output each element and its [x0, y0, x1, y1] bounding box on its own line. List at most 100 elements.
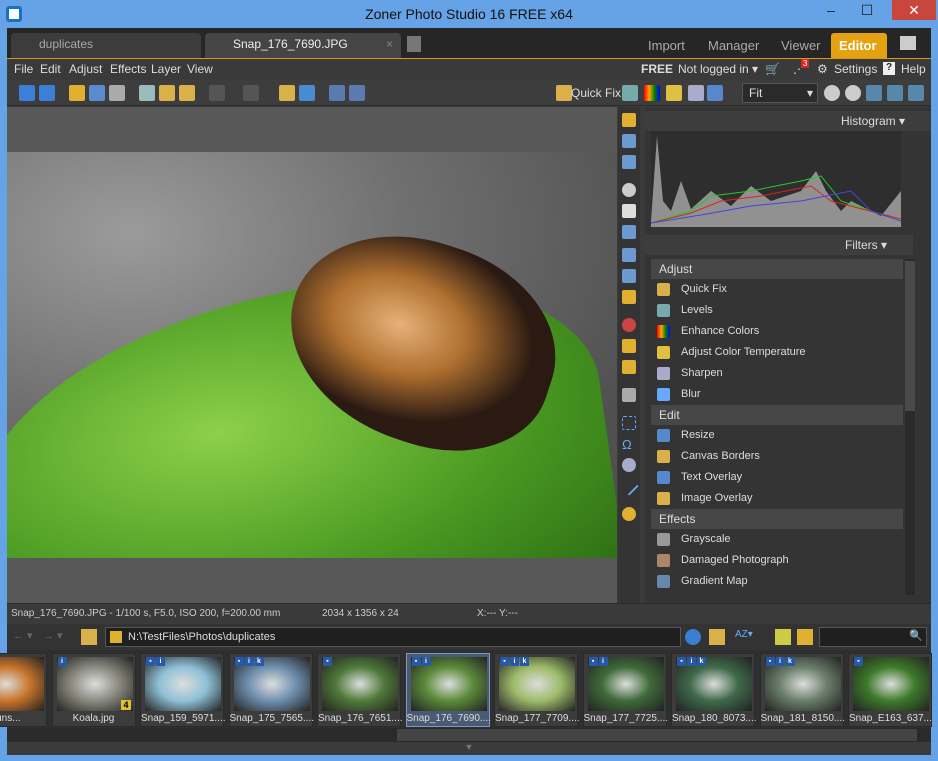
- retouch-icon[interactable]: [622, 360, 636, 374]
- settings-link[interactable]: Settings: [834, 62, 877, 76]
- filter-item[interactable]: Blur: [651, 384, 903, 405]
- line-icon[interactable]: [619, 476, 639, 496]
- print-icon[interactable]: [109, 85, 125, 101]
- cart-icon[interactable]: 🛒: [765, 62, 780, 76]
- resize-icon[interactable]: [707, 85, 723, 101]
- paste-icon[interactable]: [159, 85, 175, 101]
- help-icon[interactable]: ?: [883, 62, 895, 75]
- temperature-icon[interactable]: [666, 85, 682, 101]
- clone-stamp-icon[interactable]: [622, 339, 636, 353]
- back-icon[interactable]: ← ▾: [13, 629, 33, 642]
- mode-manager[interactable]: Manager: [700, 33, 767, 58]
- zoom-out-icon[interactable]: [845, 85, 861, 101]
- straighten-tool-icon[interactable]: [622, 248, 636, 262]
- close-button[interactable]: ✕: [892, 0, 936, 20]
- sort-icon[interactable]: AZ▾: [735, 629, 753, 645]
- menu-effects[interactable]: Effects: [110, 62, 146, 76]
- rotate-left-icon[interactable]: [279, 85, 295, 101]
- quick-fix-icon[interactable]: [556, 85, 572, 101]
- zoom-in-icon[interactable]: [824, 85, 840, 101]
- brush-icon[interactable]: [622, 388, 636, 402]
- filter-item[interactable]: Grayscale: [651, 529, 903, 550]
- filter-item[interactable]: Enhance Colors: [651, 321, 903, 342]
- new-folder-icon[interactable]: [797, 629, 813, 645]
- forward-icon[interactable]: [39, 85, 55, 101]
- menu-view[interactable]: View: [187, 62, 213, 76]
- thumbnail[interactable]: ▪ i k Snap_175_7565....: [228, 653, 314, 727]
- help-link[interactable]: Help: [901, 62, 926, 76]
- menu-file[interactable]: File: [14, 62, 33, 76]
- sharpen-icon[interactable]: [688, 85, 704, 101]
- folder-up-icon[interactable]: [81, 629, 97, 645]
- rotate-right-icon[interactable]: [299, 85, 315, 101]
- zoom-tool-icon[interactable]: [622, 183, 636, 197]
- color-picker-icon[interactable]: [622, 507, 636, 521]
- filter-item[interactable]: Damaged Photograph: [651, 550, 903, 571]
- login-dropdown[interactable]: Not logged in ▾: [678, 62, 758, 76]
- actual-size-icon[interactable]: [866, 85, 882, 101]
- raw-jpg-icon[interactable]: [775, 629, 791, 645]
- lasso-icon[interactable]: Ω: [622, 437, 636, 452]
- back-icon[interactable]: [19, 85, 35, 101]
- scroll-thumb[interactable]: [397, 729, 917, 741]
- search-input[interactable]: 🔍: [819, 627, 927, 647]
- filter-section-header[interactable]: Edit: [651, 405, 903, 425]
- save-tool-icon[interactable]: [622, 155, 636, 169]
- maximize-button[interactable]: ☐: [852, 0, 882, 20]
- quick-fix-button[interactable]: Quick Fix: [571, 86, 621, 100]
- refresh-icon[interactable]: [685, 629, 701, 645]
- single-view-icon[interactable]: [329, 85, 345, 101]
- levels-icon[interactable]: [622, 85, 638, 101]
- display-icon[interactable]: [900, 36, 916, 50]
- filter-item[interactable]: Quick Fix: [651, 279, 903, 300]
- filter-item[interactable]: Canvas Borders: [651, 446, 903, 467]
- thumbnail[interactable]: Suns...: [0, 653, 47, 727]
- thumbnail[interactable]: ▪ Snap_E163_637...: [848, 653, 932, 727]
- paste-special-icon[interactable]: [179, 85, 195, 101]
- undo-icon[interactable]: [209, 85, 225, 101]
- thumbnail[interactable]: ▪ i Snap_159_5971....: [140, 653, 226, 727]
- layer-tool-icon[interactable]: [622, 290, 636, 304]
- rainbow-icon[interactable]: [644, 85, 660, 101]
- filter-item[interactable]: Sharpen: [651, 363, 903, 384]
- histogram-header[interactable]: Histogram ▾: [645, 111, 931, 131]
- favorite-folder-icon[interactable]: [709, 629, 725, 645]
- filter-item[interactable]: Text Overlay: [651, 467, 903, 488]
- copy-icon[interactable]: [139, 85, 155, 101]
- filter-item[interactable]: Adjust Color Temperature: [651, 342, 903, 363]
- new-tab-icon[interactable]: [407, 36, 421, 52]
- red-eye-icon[interactable]: [622, 318, 636, 332]
- gear-icon[interactable]: ⚙: [817, 62, 828, 76]
- image-canvas[interactable]: [7, 107, 617, 603]
- hand-tool-icon[interactable]: [622, 204, 636, 218]
- thumbnail-scrollbar[interactable]: [7, 728, 931, 742]
- menu-layer[interactable]: Layer: [151, 62, 181, 76]
- tab-snap-176-7690[interactable]: Snap_176_7690.JPG ×: [205, 33, 401, 58]
- compare-view-icon[interactable]: [349, 85, 365, 101]
- redo-icon[interactable]: [243, 85, 259, 101]
- collapse-toggle[interactable]: ▼: [7, 742, 931, 755]
- thumbnail[interactable]: ▪ i Snap_176_7690....: [405, 653, 491, 727]
- fit-icon[interactable]: [887, 85, 903, 101]
- perspective-tool-icon[interactable]: [622, 269, 636, 283]
- thumbnail[interactable]: i 4 Koala.jpg: [51, 653, 136, 727]
- close-tab-icon[interactable]: ×: [386, 33, 393, 56]
- filter-item[interactable]: Levels: [651, 300, 903, 321]
- quick-tool-icon[interactable]: [622, 113, 636, 127]
- filter-section-header[interactable]: Effects: [651, 509, 903, 529]
- open-icon[interactable]: [69, 85, 85, 101]
- filter-scrollbar[interactable]: [905, 259, 915, 595]
- filter-item[interactable]: Image Overlay: [651, 488, 903, 509]
- filter-item[interactable]: Resize: [651, 425, 903, 446]
- thumbnail[interactable]: ▪ Snap_176_7651....: [317, 653, 403, 727]
- selection-icon[interactable]: [622, 416, 636, 430]
- filters-header[interactable]: Filters ▾: [645, 235, 913, 255]
- mode-viewer[interactable]: Viewer: [773, 33, 829, 58]
- zoom-select[interactable]: Fit ▾: [742, 83, 818, 103]
- filter-item[interactable]: Gradient Map: [651, 571, 903, 592]
- thumbnail[interactable]: ▪ i Snap_177_7725....: [582, 653, 668, 727]
- menu-adjust[interactable]: Adjust: [69, 62, 102, 76]
- path-input[interactable]: N:\TestFiles\Photos\duplicates: [105, 627, 681, 647]
- shapes-icon[interactable]: [622, 458, 636, 472]
- thumbnail[interactable]: ▪ i k Snap_180_8073....: [671, 653, 757, 727]
